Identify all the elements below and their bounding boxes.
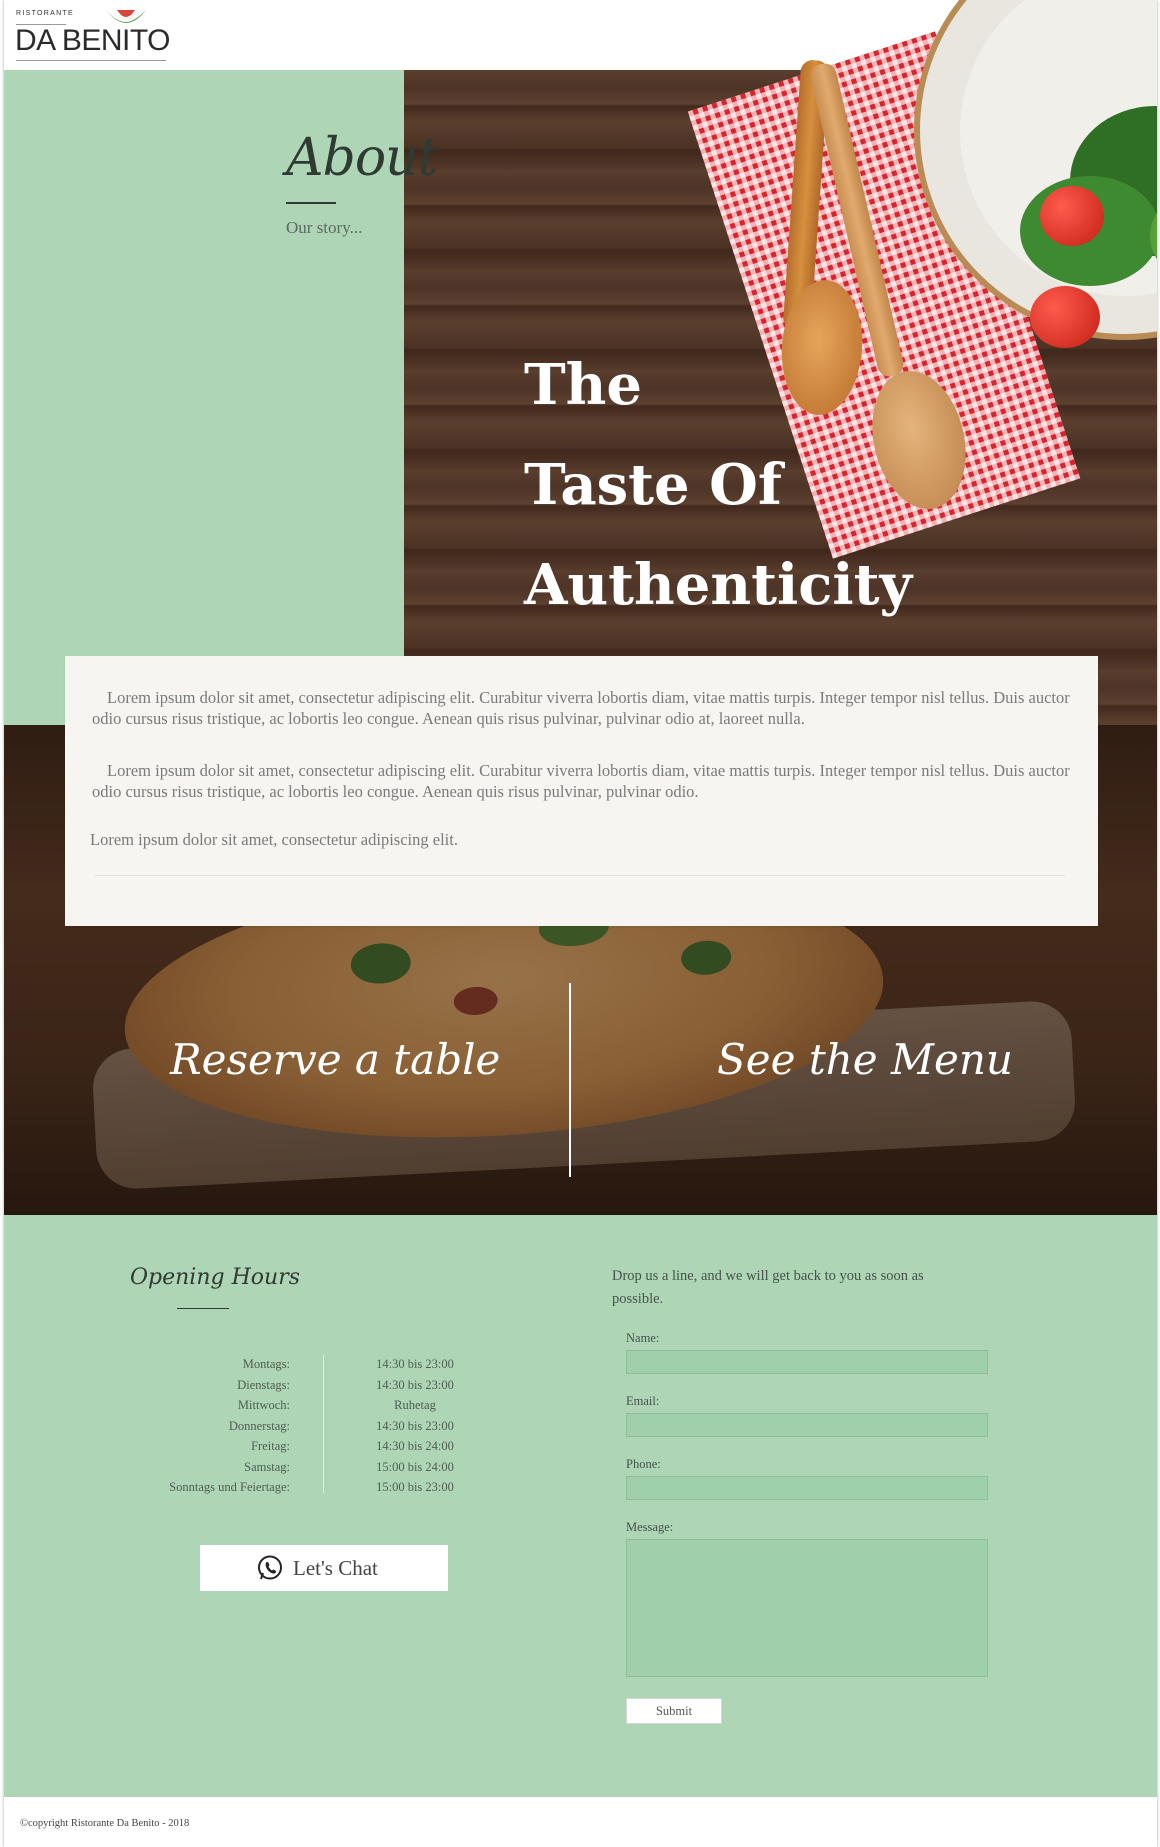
opening-hours-table: Montags: 14:30 bis 23:00 Dienstags: 14:30 … xyxy=(130,1357,500,1501)
about-underline xyxy=(286,202,336,204)
about-title: About xyxy=(286,128,439,188)
hours-day: Sonntags und Feiertage: xyxy=(169,1480,290,1494)
hero-section: About Our story... The Taste Of Authenti… xyxy=(4,0,1157,725)
hours-row: Sonntags und Feiertage: 15:00 bis 23:00 xyxy=(130,1480,500,1501)
logo-name: DA BENITO xyxy=(15,24,171,57)
name-label: Name: xyxy=(626,1331,660,1345)
email-field[interactable] xyxy=(626,1413,988,1437)
hours-row: Montags: 14:30 bis 23:00 xyxy=(130,1357,500,1378)
tagline-line: The xyxy=(524,352,643,418)
hours-row: Freitag: 14:30 bis 24:00 xyxy=(130,1439,500,1460)
site-footer: ©copyright Ristorante Da Benito - 2018 xyxy=(4,1797,1157,1847)
whatsapp-icon xyxy=(258,1555,282,1580)
hours-divider xyxy=(323,1355,324,1493)
divider xyxy=(95,875,1065,876)
contact-section: Opening Hours Montags: 14:30 bis 23:00 Di… xyxy=(4,1215,1157,1797)
hours-time: 15:00 bis 24:00 xyxy=(376,1459,454,1474)
about-subtitle: Our story... xyxy=(286,218,363,237)
tagline-line: Taste Of xyxy=(524,452,782,518)
email-label: Email: xyxy=(626,1394,660,1408)
hours-time: 14:30 bis 23:00 xyxy=(376,1418,454,1433)
lets-chat-button[interactable]: Let's Chat xyxy=(200,1545,448,1591)
hours-day: Donnerstag: xyxy=(228,1418,290,1433)
page: RISTORANTE DA BENITO About Our story... … xyxy=(4,0,1157,1847)
phone-label: Phone: xyxy=(626,1457,661,1471)
intro-paragraph: Lorem ipsum dolor sit amet, consectetur … xyxy=(92,761,1070,801)
contact-intro: Drop us a line, and we will get back to … xyxy=(612,1268,924,1307)
copyright-text: ©copyright Ristorante Da Benito - 2018 xyxy=(20,1818,190,1829)
opening-hours-title: Opening Hours xyxy=(130,1265,300,1290)
see-menu-link[interactable]: See the Menu xyxy=(717,1035,1013,1084)
name-field[interactable] xyxy=(626,1350,988,1374)
hours-day: Dienstags: xyxy=(237,1377,290,1392)
hours-row: Dienstags: 14:30 bis 23:00 xyxy=(130,1378,500,1399)
hours-row: Donnerstag: 14:30 bis 23:00 xyxy=(130,1419,500,1440)
hours-day: Mittwoch: xyxy=(237,1398,290,1412)
phone-field[interactable] xyxy=(626,1476,988,1500)
lets-chat-label: Let's Chat xyxy=(293,1556,378,1580)
hours-time: 15:00 bis 23:00 xyxy=(376,1480,454,1494)
logo[interactable]: RISTORANTE DA BENITO xyxy=(12,6,172,64)
opening-hours-underline xyxy=(177,1308,229,1309)
intro-paragraph: Lorem ipsum dolor sit amet, consectetur … xyxy=(90,830,458,849)
hours-time: 14:30 bis 23:00 xyxy=(376,1357,454,1371)
hero-tagline: The Taste Of Authenticity xyxy=(524,335,1084,635)
hours-day: Freitag: xyxy=(251,1439,290,1453)
hours-day: Samstag: xyxy=(244,1459,290,1474)
reserve-table-link[interactable]: Reserve a table xyxy=(170,1035,500,1084)
logo-underline xyxy=(16,60,166,61)
logo-tagline: RISTORANTE xyxy=(16,10,74,17)
hours-row: Samstag: 15:00 bis 24:00 xyxy=(130,1460,500,1481)
message-field[interactable] xyxy=(626,1539,988,1677)
hours-row: Mittwoch: Ruhetag xyxy=(130,1398,500,1419)
tagline-line: Authenticity xyxy=(524,552,913,618)
submit-button[interactable]: Submit xyxy=(626,1698,722,1724)
intro-card: Lorem ipsum dolor sit amet, consectetur … xyxy=(65,656,1098,926)
message-label: Message: xyxy=(626,1520,674,1534)
intro-paragraph: Lorem ipsum dolor sit amet, consectetur … xyxy=(92,688,1070,728)
hours-time: 14:30 bis 24:00 xyxy=(376,1439,454,1453)
hours-time: Ruhetag xyxy=(394,1398,436,1412)
hours-day: Montags: xyxy=(242,1357,290,1371)
hours-time: 14:30 bis 23:00 xyxy=(376,1377,454,1392)
cta-divider xyxy=(569,983,571,1177)
